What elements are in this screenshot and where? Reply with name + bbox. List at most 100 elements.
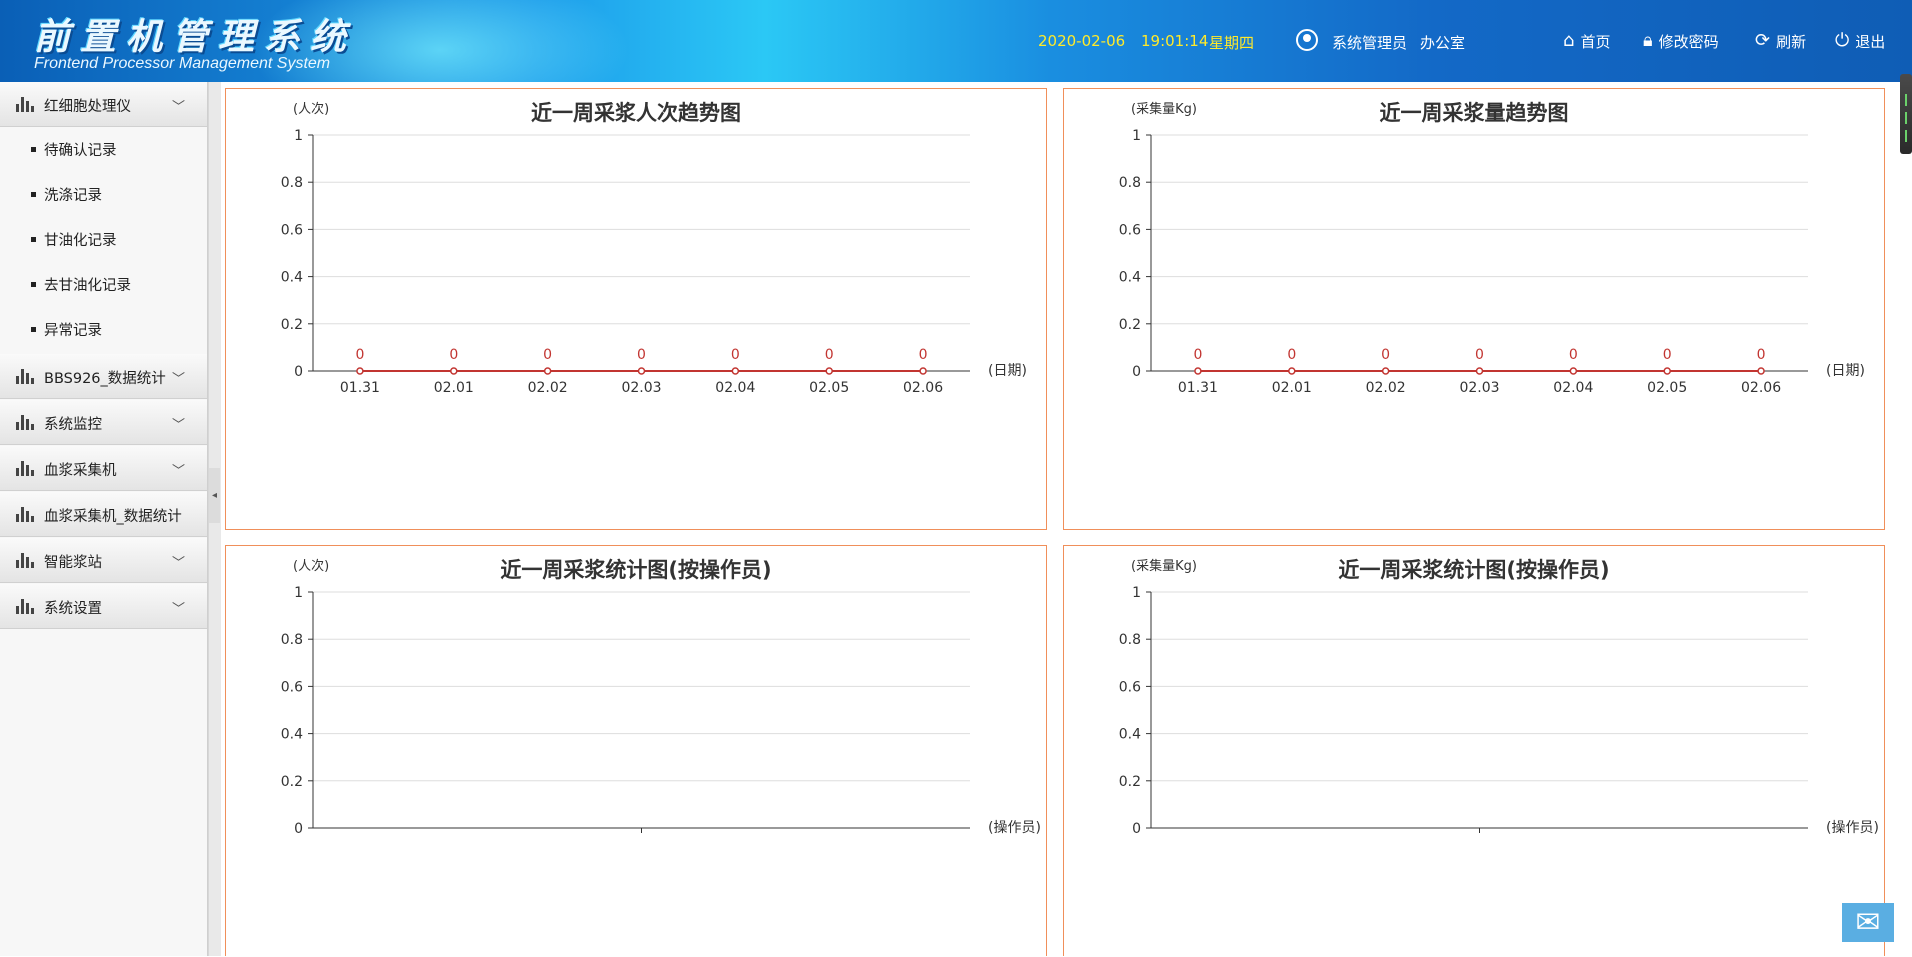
scrollbar[interactable] xyxy=(1900,74,1912,154)
home-icon: ⌂ xyxy=(1563,30,1575,51)
chart-panel-volume-trend: 近一周采浆量趋势图 (采集量Kg) 0 0.2 0.4 0.6 0.8 1 (日期) 01.31… xyxy=(1063,88,1885,530)
menu-group-plasma-collector-stats[interactable]: 血浆采集机_数据统计 xyxy=(0,492,207,537)
sidebar-item-glycerolize[interactable]: 甘油化记录 xyxy=(0,217,207,262)
sidebar: 红细胞处理仪 ﹀ 待确认记录 洗涤记录 甘油化记录 去甘油化记录 异常记录 BB… xyxy=(0,82,208,956)
y-tick-label: 1 xyxy=(1132,585,1141,601)
header-date: 2020-02-06 xyxy=(1038,32,1126,50)
refresh-label: 刷新 xyxy=(1776,32,1807,51)
chevron-down-icon: ﹀ xyxy=(172,372,186,387)
change-password-label: 修改密码 xyxy=(1658,32,1719,51)
menu-group-label: 系统设置 xyxy=(44,601,102,617)
user-icon xyxy=(1296,29,1318,51)
menu-group-label: 智能浆站 xyxy=(44,555,102,571)
y-axis-label: (人次) xyxy=(293,101,329,117)
chart-count-trend: (人次) 0 0.2 0.4 0.6 0.8 1 (日期) 01.31 02.01 02.02 02.… xyxy=(281,101,1027,396)
x-axis-label: (日期) xyxy=(1826,363,1865,379)
data-label: 0 xyxy=(1287,347,1296,363)
chart-panel-count-trend: 近一周采浆人次趋势图 (人次) 0 0.2 0.4 0.6 0.8 1 (日期) 01.31 02… xyxy=(225,88,1047,530)
dashboard-main: 近一周采浆人次趋势图 (人次) 0 0.2 0.4 0.6 0.8 1 (日期) 01.31 02… xyxy=(221,82,1912,956)
menu-group-label: 血浆采集机 xyxy=(44,463,117,479)
sidebar-collapse-button[interactable]: ◂ xyxy=(209,468,220,523)
y-tick-label: 0 xyxy=(294,821,303,837)
sidebar-item-label: 洗涤记录 xyxy=(44,188,102,204)
data-label: 0 xyxy=(637,347,646,363)
x-tick-label: 02.02 xyxy=(528,380,568,396)
data-label: 0 xyxy=(731,347,740,363)
y-axis-label: (采集量Kg) xyxy=(1131,558,1197,574)
header-department: 办公室 xyxy=(1420,34,1466,52)
refresh-icon: ⟳ xyxy=(1755,30,1771,51)
menu-group-label: 系统监控 xyxy=(44,417,102,433)
menu-group-system-monitor[interactable]: 系统监控 ﹀ xyxy=(0,400,207,445)
sidebar-item-label: 待确认记录 xyxy=(44,143,117,159)
y-tick-label: 0.8 xyxy=(281,632,303,648)
x-tick-label: 02.01 xyxy=(434,380,474,396)
menu-group-plasma-collector[interactable]: 血浆采集机 ﹀ xyxy=(0,446,207,491)
app-header: 前置机管理系统 Frontend Processor Management Sy… xyxy=(0,0,1912,82)
y-axis-label: (采集量Kg) xyxy=(1131,101,1197,117)
menu-group-label: 红细胞处理仪 xyxy=(44,99,131,115)
lock-icon: 🔒︎ xyxy=(1643,30,1653,51)
header-time: 19:01:14 xyxy=(1141,32,1209,50)
sidebar-item-exceptions[interactable]: 异常记录 xyxy=(0,307,207,352)
menu-group-rbc-processor[interactable]: 红细胞处理仪 ﹀ xyxy=(0,82,207,127)
bullet-icon xyxy=(31,237,36,242)
logout-button[interactable]: ⏻ 退出 xyxy=(1835,30,1885,52)
data-label: 0 xyxy=(1569,347,1578,363)
y-tick-label: 0.4 xyxy=(281,270,303,286)
refresh-button[interactable]: ⟳ 刷新 xyxy=(1755,30,1806,52)
y-tick-label: 0 xyxy=(1132,821,1141,837)
data-point xyxy=(356,367,364,375)
change-password-button[interactable]: 🔒︎ 修改密码 xyxy=(1643,30,1719,52)
x-tick-label: 02.02 xyxy=(1366,380,1406,396)
x-tick-label: 02.06 xyxy=(1741,380,1781,396)
menu-group-bbs926-stats[interactable]: BBS926_数据统计 ﹀ xyxy=(0,354,207,399)
y-tick-label: 0.8 xyxy=(281,175,303,191)
data-point xyxy=(731,367,740,375)
chart-operator-volume: (采集量Kg) 0 0.2 0.4 0.6 0.8 1 (操作员) xyxy=(1119,558,1879,837)
chevron-down-icon: ﹀ xyxy=(172,602,186,617)
message-button[interactable]: ✉ xyxy=(1842,903,1894,942)
data-point xyxy=(1288,367,1296,375)
x-axis-label: (操作员) xyxy=(1826,820,1879,836)
x-tick-label: 02.05 xyxy=(1647,380,1687,396)
bar-chart-icon xyxy=(16,461,34,476)
y-tick-label: 0.2 xyxy=(1119,317,1141,333)
sidebar-item-pending[interactable]: 待确认记录 xyxy=(0,127,207,172)
x-tick-label: 02.05 xyxy=(809,380,849,396)
x-tick-label: 02.04 xyxy=(715,380,755,396)
y-tick-label: 0 xyxy=(294,364,303,380)
bullet-icon xyxy=(31,327,36,332)
y-tick-label: 0 xyxy=(1132,364,1141,380)
y-tick-label: 1 xyxy=(294,585,303,601)
sidebar-item-label: 异常记录 xyxy=(44,323,102,339)
bar-chart-icon xyxy=(16,369,34,384)
menu-group-smart-station[interactable]: 智能浆站 ﹀ xyxy=(0,538,207,583)
bar-chart-icon xyxy=(16,97,34,112)
bar-chart-icon xyxy=(16,415,34,430)
data-point xyxy=(543,367,552,375)
x-tick-label: 01.31 xyxy=(340,380,380,396)
chevron-down-icon: ﹀ xyxy=(172,418,186,433)
chart-volume-trend: (采集量Kg) 0 0.2 0.4 0.6 0.8 1 (日期) 01.31 02.01 02.02… xyxy=(1119,101,1865,396)
header-weekday: 星期四 xyxy=(1209,34,1255,52)
y-tick-label: 0.6 xyxy=(281,679,303,695)
bullet-icon xyxy=(31,192,36,197)
bar-chart-icon xyxy=(16,553,34,568)
menu-group-label: BBS926_数据统计 xyxy=(44,371,166,387)
chevron-left-icon: ◂ xyxy=(211,490,218,501)
x-tick-label: 01.31 xyxy=(1178,380,1218,396)
data-label: 0 xyxy=(1663,347,1672,363)
logout-label: 退出 xyxy=(1855,32,1886,51)
header-username: 系统管理员 xyxy=(1332,34,1408,52)
home-button[interactable]: ⌂ 首页 xyxy=(1563,30,1610,52)
data-label: 0 xyxy=(1193,347,1202,363)
menu-group-system-settings[interactable]: 系统设置 ﹀ xyxy=(0,584,207,629)
app-logo-subtitle: Frontend Processor Management System xyxy=(34,55,331,72)
data-label: 0 xyxy=(825,347,834,363)
x-tick-label: 02.01 xyxy=(1272,380,1312,396)
sidebar-item-deglycerolize[interactable]: 去甘油化记录 xyxy=(0,262,207,307)
sidebar-item-wash[interactable]: 洗涤记录 xyxy=(0,172,207,217)
x-tick-label: 02.04 xyxy=(1553,380,1593,396)
y-tick-label: 0.6 xyxy=(281,222,303,238)
